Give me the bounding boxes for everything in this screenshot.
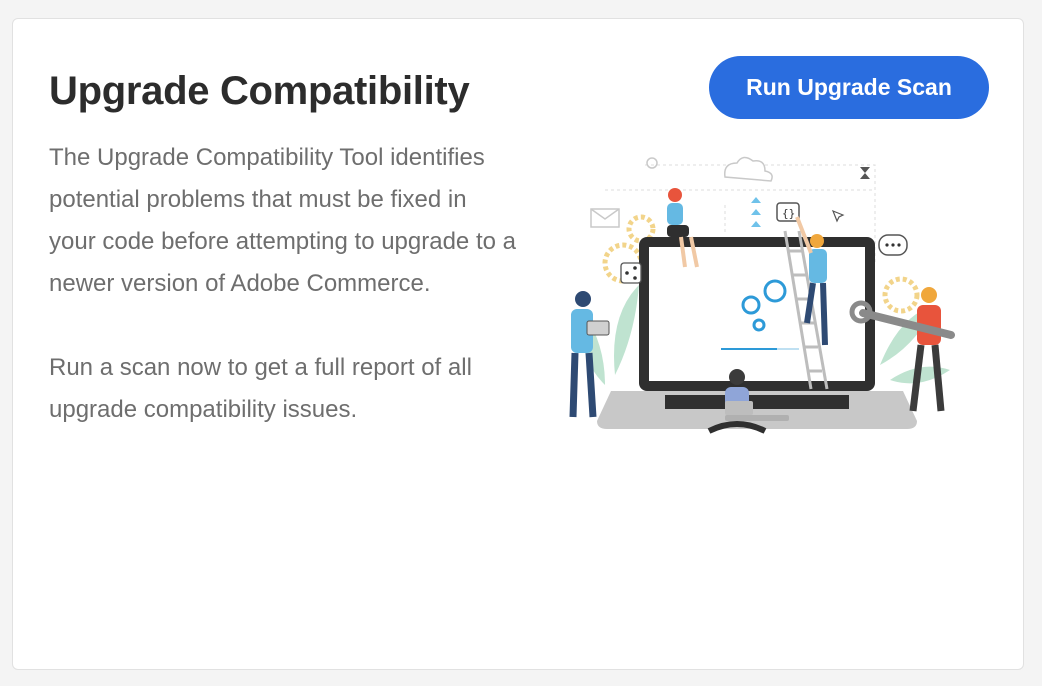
share-icon xyxy=(620,262,642,284)
upload-arrows-icon xyxy=(751,197,761,227)
lightbulb-icon xyxy=(646,157,658,169)
envelope-icon xyxy=(590,208,620,228)
run-upgrade-scan-button[interactable]: Run Upgrade Scan xyxy=(709,56,989,119)
description-paragraph: The Upgrade Compatibility Tool identifie… xyxy=(49,144,516,297)
card-description: The Upgrade Compatibility Tool identifie… xyxy=(49,137,519,431)
svg-text:{}: {} xyxy=(782,207,795,220)
chat-bubble-icon xyxy=(878,234,908,256)
person-with-tablet-figure xyxy=(569,291,610,418)
laptop-team-illustration: {} xyxy=(569,156,955,434)
card-title: Upgrade Compatibility xyxy=(49,69,470,113)
cloud-icon xyxy=(724,156,773,182)
hourglass-icon xyxy=(860,167,870,179)
cursor-icon xyxy=(831,209,845,223)
upgrade-compatibility-card: Upgrade Compatibility Run Upgrade Scan T… xyxy=(12,18,1024,670)
description-paragraph: Run a scan now to get a full report of a… xyxy=(49,354,472,423)
